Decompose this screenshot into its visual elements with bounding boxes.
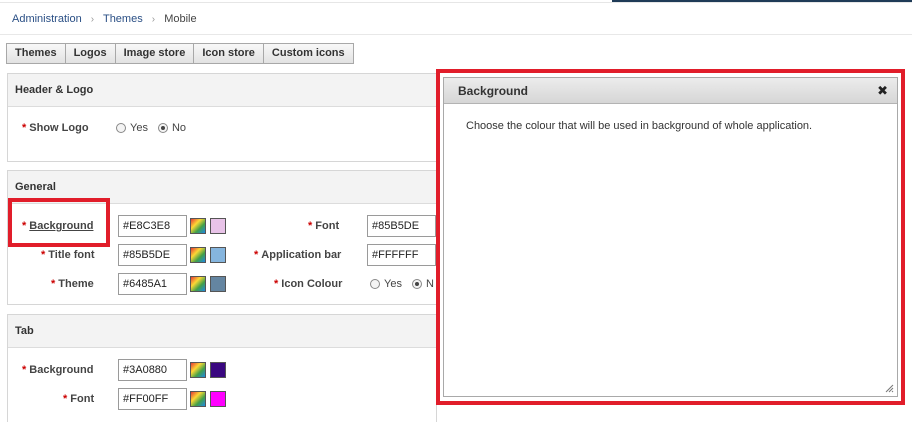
resize-grip-icon[interactable]: [885, 384, 894, 393]
required-marker: *: [51, 278, 56, 290]
icon-colour-no-radio[interactable]: [411, 279, 422, 289]
show-logo-yes-radio[interactable]: [116, 123, 126, 133]
dialog-body: Choose the colour that will be used in b…: [466, 120, 813, 132]
color-picker-icon[interactable]: [190, 391, 206, 407]
panel-title: Header & Logo: [8, 74, 436, 107]
tab-themes[interactable]: Themes: [6, 43, 66, 64]
dialog-title-bar[interactable]: Background ✖: [444, 78, 897, 104]
icon-colour-label: * Icon Colour: [274, 278, 343, 290]
theme-color-input[interactable]: [118, 273, 187, 295]
title-font-label: * Title font: [41, 249, 95, 261]
show-logo-no-radio[interactable]: [157, 123, 168, 133]
tab-font-color-swatch: [210, 391, 226, 407]
show-logo-no-label: No: [171, 122, 187, 134]
required-marker: *: [22, 220, 27, 232]
required-marker: *: [308, 220, 313, 232]
icon-colour-yes-radio[interactable]: [370, 279, 380, 289]
required-marker: *: [41, 249, 46, 261]
background-color-swatch: [210, 218, 226, 234]
top-bar: [0, 0, 912, 3]
tab-custom-icons[interactable]: Custom icons: [262, 43, 354, 64]
close-icon[interactable]: ✖: [877, 78, 888, 104]
theme-color-swatch: [210, 276, 226, 292]
icon-colour-radio-group: Yes N: [370, 278, 444, 290]
show-logo-label: * Show Logo: [22, 122, 89, 134]
tab-font-label: * Font: [63, 393, 95, 405]
tab-background-color-input[interactable]: [118, 359, 187, 381]
dialog-title: Background: [458, 84, 529, 98]
title-font-color-input[interactable]: [118, 244, 187, 266]
tab-bar: Themes Logos Image store Icon store Cust…: [6, 43, 354, 64]
tab-icon-store[interactable]: Icon store: [193, 43, 264, 64]
title-font-color-swatch: [210, 247, 226, 263]
panel-title: General: [8, 171, 436, 204]
background-label[interactable]: * Background: [22, 220, 93, 232]
color-picker-icon[interactable]: [190, 218, 206, 234]
breadcrumb-separator: ›: [90, 14, 95, 25]
show-logo-yes-label: Yes: [130, 122, 148, 134]
required-marker: *: [63, 393, 68, 405]
color-picker-icon[interactable]: [190, 362, 206, 378]
help-dialog: Background ✖ Choose the colour that will…: [443, 77, 898, 397]
required-marker: *: [22, 122, 27, 134]
application-bar-color-input[interactable]: [367, 244, 436, 266]
panel-title: Tab: [8, 315, 436, 348]
tab-image-store[interactable]: Image store: [114, 43, 195, 64]
header-logo-panel: Header & Logo * Show Logo Yes No: [7, 73, 437, 162]
font-label: * Font: [308, 220, 340, 232]
breadcrumb-themes[interactable]: Themes: [103, 13, 143, 25]
required-marker: *: [274, 278, 279, 290]
divider: [0, 34, 912, 35]
tab-logos[interactable]: Logos: [64, 43, 116, 64]
icon-colour-yes-label: Yes: [384, 278, 402, 290]
breadcrumb-mobile: Mobile: [164, 13, 197, 25]
color-picker-icon[interactable]: [190, 247, 206, 263]
required-marker: *: [254, 249, 259, 261]
tab-panel: Tab *Background *Font: [7, 314, 437, 422]
icon-colour-no-label: N: [425, 278, 434, 290]
tab-background-label: * Background: [22, 364, 94, 376]
breadcrumb: Administration › Themes › Mobile: [12, 13, 197, 25]
required-marker: *: [22, 364, 27, 376]
background-color-input[interactable]: [118, 215, 187, 237]
tab-background-color-swatch: [210, 362, 226, 378]
tab-font-color-input[interactable]: [118, 388, 187, 410]
breadcrumb-administration[interactable]: Administration: [12, 13, 82, 25]
font-color-input[interactable]: [367, 215, 436, 237]
general-panel: General *Background *Font *Title font *A…: [7, 170, 437, 305]
breadcrumb-separator: ›: [151, 14, 156, 25]
color-picker-icon[interactable]: [190, 276, 206, 292]
show-logo-radio-group: Yes No: [116, 122, 196, 134]
application-bar-label: * Application bar: [254, 249, 342, 261]
theme-label: * Theme: [51, 278, 94, 290]
